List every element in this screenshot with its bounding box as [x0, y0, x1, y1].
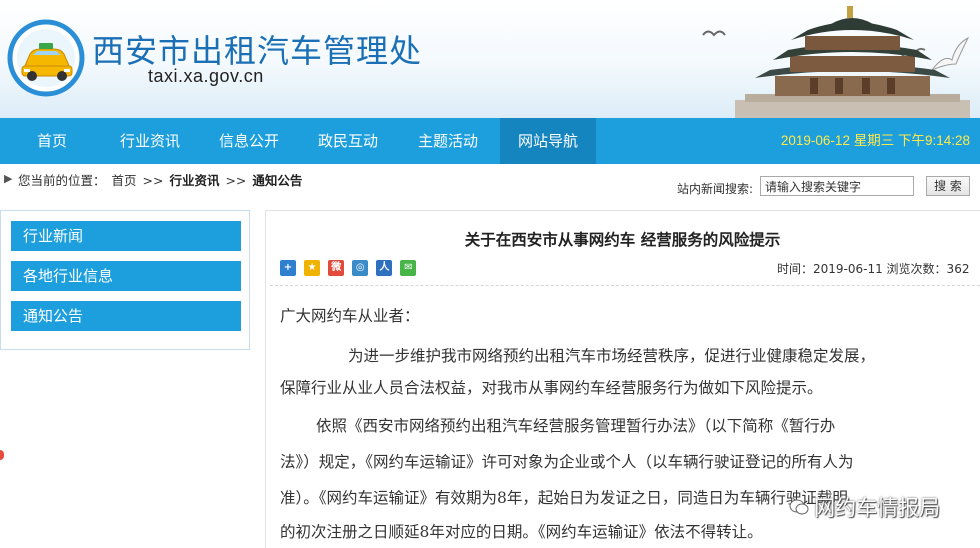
search-button[interactable]: 搜 索 — [926, 176, 970, 196]
wechat-watermark-icon — [789, 499, 809, 515]
sidebar-item-notices[interactable]: 通知公告 — [11, 301, 241, 331]
article-paragraph-line: 准）。《网约车运输证》有效期为8年，起始日为发证之日，同造日为车辆行驶证载明 — [280, 489, 848, 507]
article-paragraph-line: 依照《西安市网络预约出租汽车经营服务管理暂行办法》（以下简称《暂行办 — [316, 417, 836, 435]
qzone-icon[interactable]: ★ — [304, 260, 321, 276]
sidebar-item-industry-news[interactable]: 行业新闻 — [11, 221, 241, 251]
sidebar: 行业新闻 各地行业信息 通知公告 — [0, 210, 250, 350]
wechat-icon[interactable]: ✉ — [400, 260, 417, 276]
nav-datetime: 2019-06-12 星期三 下午9:14:28 — [780, 133, 970, 148]
bell-tower-icon — [735, 6, 970, 118]
main-nav: 首页 行业资讯 信息公开 政民互动 主题活动 网站导航 2019-06-12 星… — [0, 118, 980, 164]
sidebar-item-regional-info[interactable]: 各地行业信息 — [11, 261, 241, 291]
header-banner: 西安市出租汽车管理处 taxi.xa.gov.cn — [0, 0, 980, 118]
renren-icon[interactable]: 人 — [376, 260, 393, 276]
nav-interaction[interactable]: 政民互动 — [300, 118, 396, 164]
nav-info-disclosure[interactable]: 信息公开 — [201, 118, 297, 164]
watermark-text: 网约车情报局 — [814, 496, 941, 520]
search-input[interactable] — [760, 176, 914, 196]
article-greeting: 广大网约车从业者： — [280, 307, 420, 325]
site-url: taxi.xa.gov.cn — [148, 66, 264, 86]
nav-theme-activities[interactable]: 主题活动 — [400, 118, 496, 164]
nav-home[interactable]: 首页 — [4, 118, 100, 164]
breadcrumb-current[interactable]: 通知公告 — [252, 173, 302, 188]
seagull-icon — [702, 30, 726, 37]
nav-site-guide[interactable]: 网站导航 — [500, 118, 596, 164]
breadcrumb: 您当前的位置： 首页 >> 行业资讯 >> 通知公告 — [18, 170, 304, 189]
share-plus-icon[interactable]: + — [280, 260, 296, 276]
article-paragraph-line: 的初次注册之日顺延8年对应的日期。《网约车运输证》依法不得转让。 — [280, 523, 763, 541]
article-paragraph-line: 为进一步维护我市网络预约出租汽车市场经营秩序，促进行业健康稳定发展， — [348, 347, 876, 365]
watermark: 网约车情报局 — [789, 492, 940, 522]
breadcrumb-section[interactable]: 行业资讯 — [169, 173, 219, 188]
nav-industry-news[interactable]: 行业资讯 — [102, 118, 198, 164]
share-bar: + ★ 微 ◎ 人 ✉ — [280, 255, 419, 276]
article-paragraph-line: 保障行业从业人员合法权益，对我市从事网约车经营服务行为做如下风险提示。 — [280, 379, 823, 397]
breadcrumb-separator: >> — [225, 173, 247, 188]
weibo-icon[interactable]: 微 — [328, 260, 345, 276]
search-label: 站内新闻搜索: — [677, 182, 754, 196]
tencent-icon[interactable]: ◎ — [352, 260, 369, 276]
article-paragraph-line: 法》）规定，《网约车运输证》许可对象为企业或个人（以车辆行驶证登记的所有人为 — [280, 453, 854, 471]
breadcrumb-prefix: 您当前的位置： — [18, 173, 106, 188]
taxi-logo-icon — [7, 19, 85, 97]
breadcrumb-separator: >> — [142, 173, 164, 188]
edge-marker — [0, 450, 4, 460]
article-title: 关于在西安市从事网约车 经营服务的风险提示 — [464, 231, 781, 249]
speaker-icon: ▶ — [4, 172, 13, 185]
article-meta: 时间：2019-06-11 浏览次数：362 — [777, 262, 970, 276]
divider — [270, 285, 980, 286]
breadcrumb-home[interactable]: 首页 — [112, 173, 137, 188]
